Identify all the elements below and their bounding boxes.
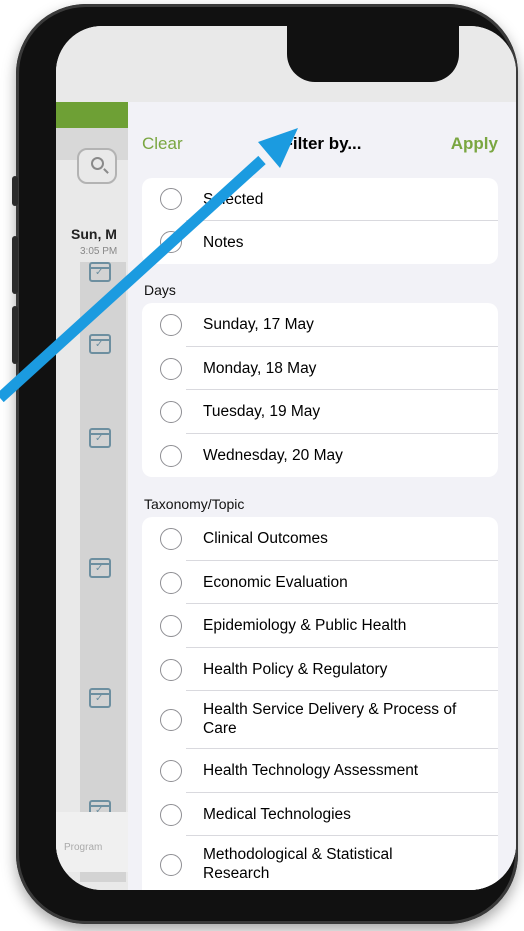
apply-button[interactable]: Apply xyxy=(451,134,498,154)
radio-button[interactable] xyxy=(160,658,182,681)
background-time-text: 3:05 PM xyxy=(80,246,118,257)
phone-side-button xyxy=(12,176,18,206)
filter-option-topic[interactable]: Methodological & Statistical Research xyxy=(142,836,498,890)
filter-option-label: Notes xyxy=(203,234,244,251)
radio-button[interactable] xyxy=(160,615,182,637)
section-label-days: Days xyxy=(144,282,176,298)
phone-volume-up-button xyxy=(12,236,18,294)
calendar-check-icon xyxy=(89,558,111,578)
radio-button[interactable] xyxy=(160,401,182,423)
filter-option-label: Clinical Outcomes xyxy=(203,530,328,547)
filter-option-topic[interactable]: Medical Technologies xyxy=(142,793,498,836)
section-label-topic: Taxonomy/Topic xyxy=(144,496,245,512)
days-filter-group: Sunday, 17 May Monday, 18 May Tuesday, 1… xyxy=(142,303,498,477)
filter-option-topic[interactable]: Health Service Delivery & Process of Car… xyxy=(142,691,498,749)
filter-option-day[interactable]: Wednesday, 20 May xyxy=(142,434,498,478)
topic-filter-group: Clinical Outcomes Economic Evaluation Ep… xyxy=(142,517,498,890)
filter-option-day[interactable]: Sunday, 17 May xyxy=(142,303,498,347)
search-icon xyxy=(91,157,104,170)
radio-button[interactable] xyxy=(160,854,182,876)
background-tab-program-label: Program xyxy=(64,842,103,853)
filter-option-label: Sunday, 17 May xyxy=(203,316,314,333)
filter-option-label: Monday, 18 May xyxy=(203,359,317,377)
filter-option-day[interactable]: Monday, 18 May xyxy=(142,347,498,390)
filter-option-label: Wednesday, 20 May xyxy=(203,446,343,464)
radio-button[interactable] xyxy=(160,444,182,467)
background-date-text: Sun, M xyxy=(71,226,117,242)
calendar-check-icon xyxy=(89,428,111,448)
filter-option-label: Tuesday, 19 May xyxy=(203,403,321,420)
radio-button[interactable] xyxy=(160,803,182,826)
filter-option-topic[interactable]: Health Technology Assessment xyxy=(142,749,498,793)
radio-button[interactable] xyxy=(160,709,182,731)
filter-option-topic[interactable]: Economic Evaluation xyxy=(142,561,498,604)
calendar-check-icon xyxy=(89,262,111,282)
filter-option-selected[interactable]: Selected xyxy=(142,178,498,221)
filter-option-label: Health Policy & Regulatory xyxy=(203,660,388,678)
calendar-check-icon xyxy=(89,688,111,708)
radio-button[interactable] xyxy=(160,528,182,550)
phone-screen: Sun, M 3:05 PM Program Clear Filter by..… xyxy=(56,26,516,890)
filter-option-label: Epidemiology & Public Health xyxy=(203,617,407,634)
radio-button[interactable] xyxy=(160,571,182,594)
filter-option-label: Selected xyxy=(203,191,264,208)
filter-option-topic[interactable]: Health Policy & Regulatory xyxy=(142,648,498,691)
filter-option-label: Medical Technologies xyxy=(203,805,351,823)
radio-button[interactable] xyxy=(160,188,182,210)
phone-volume-down-button xyxy=(12,306,18,364)
radio-button[interactable] xyxy=(160,357,182,380)
filter-option-label: Health Technology Assessment xyxy=(203,762,419,779)
filter-option-label: Economic Evaluation xyxy=(203,573,348,591)
radio-button[interactable] xyxy=(160,760,182,782)
filter-option-notes[interactable]: Notes xyxy=(142,221,498,264)
filter-sheet-header: Clear Filter by... Apply xyxy=(128,102,516,153)
stage: Sun, M 3:05 PM Program Clear Filter by..… xyxy=(0,0,524,931)
filter-option-day[interactable]: Tuesday, 19 May xyxy=(142,390,498,434)
general-filter-group: Selected Notes xyxy=(142,178,498,264)
phone-frame: Sun, M 3:05 PM Program Clear Filter by..… xyxy=(12,4,518,924)
background-search-button xyxy=(77,148,117,184)
phone-notch xyxy=(287,26,459,82)
filter-option-label: Health Service Delivery & Process of Car… xyxy=(203,701,457,737)
filter-option-topic[interactable]: Epidemiology & Public Health xyxy=(142,604,498,648)
radio-button[interactable] xyxy=(160,231,182,253)
calendar-check-icon xyxy=(89,334,111,354)
filter-option-label: Methodological & Statistical Research xyxy=(203,846,393,882)
filter-option-topic[interactable]: Clinical Outcomes xyxy=(142,517,498,561)
filter-sheet: Clear Filter by... Apply Selected Notes xyxy=(128,102,516,890)
radio-button[interactable] xyxy=(160,314,182,336)
